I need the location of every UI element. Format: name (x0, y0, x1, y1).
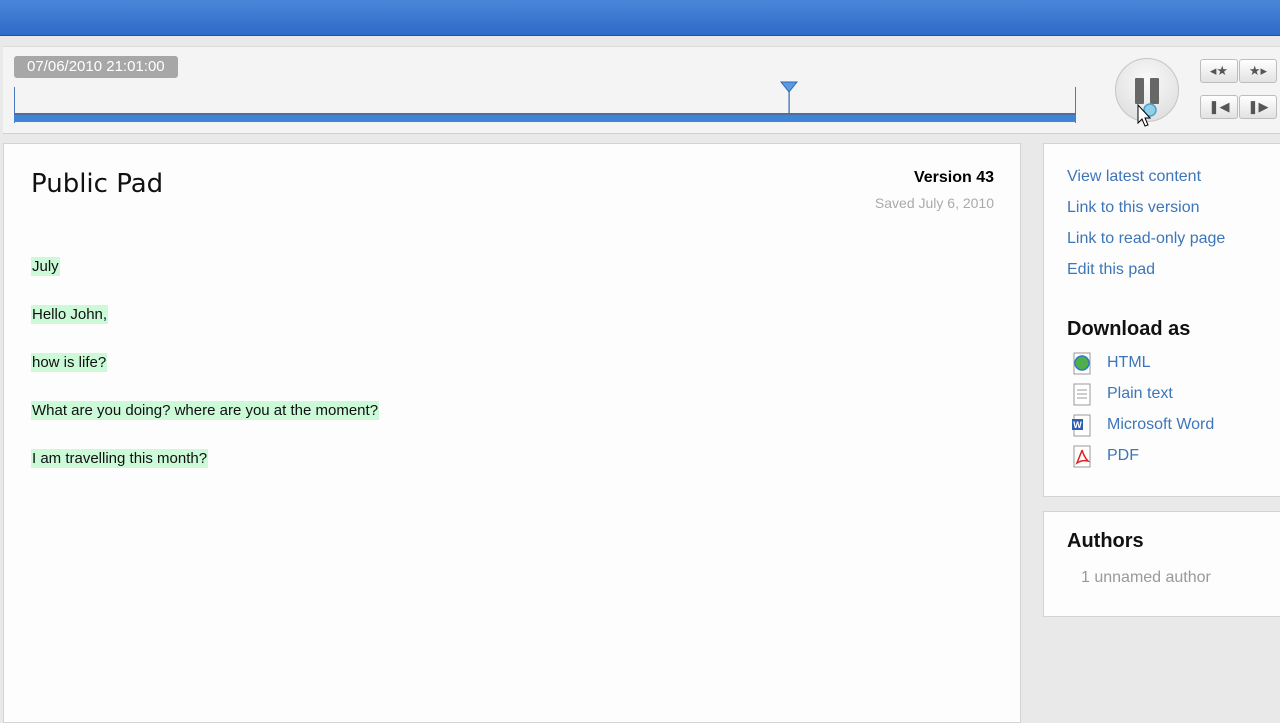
html-file-icon (1073, 352, 1091, 375)
pad-line-text: What are you doing? where are you at the… (31, 401, 380, 420)
authors-heading: Authors (1067, 530, 1144, 552)
download-pdf-label[interactable]: PDF (1107, 447, 1139, 465)
pad-line-text: July (31, 257, 60, 276)
download-html-label[interactable]: HTML (1107, 354, 1151, 372)
pause-icon (1135, 78, 1144, 104)
version-label: Version 43 (913, 169, 994, 186)
step-back-icon: ❚◀ (1208, 99, 1230, 114)
pad-title: Public Pad (31, 169, 164, 199)
view-latest-link[interactable]: View latest content (1067, 168, 1201, 186)
prev-saved-revision-button[interactable]: ◂★ (1200, 59, 1238, 83)
read-only-link[interactable]: Link to read-only page (1067, 230, 1225, 248)
timeslider: 07/06/2010 21:01:00 ◂★ ★▸ ❚◀ ❚▶ (3, 46, 1280, 134)
pause-icon-bar (1150, 78, 1159, 104)
mouse-cursor-icon (1137, 103, 1157, 127)
pad-line-text: I am travelling this month? (31, 449, 209, 468)
word-file-icon: W (1072, 414, 1091, 437)
slider-progress[interactable] (14, 115, 1076, 122)
link-to-version-link[interactable]: Link to this version (1067, 199, 1200, 217)
text-file-icon (1073, 383, 1091, 406)
next-saved-revision-button[interactable]: ★▸ (1239, 59, 1277, 83)
prev-saved-revision-icon: ◂★ (1209, 63, 1229, 78)
download-heading: Download as (1067, 318, 1191, 340)
pad-line-text: how is life? (31, 353, 108, 372)
pad-line: July (31, 257, 379, 306)
pad-line: Hello John, (31, 305, 379, 354)
step-back-button[interactable]: ❚◀ (1200, 95, 1238, 119)
pad-text: July Hello John, how is life? What are y… (31, 257, 380, 498)
pad-line-text: Hello John, (31, 305, 109, 324)
authors-list: 1 unnamed author (1081, 569, 1211, 586)
next-saved-revision-icon: ★▸ (1248, 63, 1268, 78)
top-bar (0, 0, 1280, 36)
download-word-label[interactable]: Microsoft Word (1107, 416, 1214, 434)
timestamp-label: 07/06/2010 21:01:00 (14, 56, 178, 78)
pad-content-panel: Public Pad Version 43 Saved July 6, 2010… (3, 143, 1021, 723)
step-forward-icon: ❚▶ (1247, 99, 1269, 114)
slider-handle[interactable] (780, 81, 799, 113)
step-forward-button[interactable]: ❚▶ (1239, 95, 1277, 119)
download-plain-text-label[interactable]: Plain text (1107, 385, 1173, 403)
pad-line: What are you doing? where are you at the… (31, 401, 380, 450)
pad-line: how is life? (31, 353, 379, 402)
pdf-file-icon (1073, 445, 1091, 468)
pad-line: I am travelling this month? (31, 449, 379, 498)
svg-text:W: W (1073, 420, 1082, 430)
authors-panel: Authors 1 unnamed author (1043, 511, 1280, 617)
saved-date: Saved July 6, 2010 (874, 195, 994, 211)
edit-pad-link[interactable]: Edit this pad (1067, 261, 1155, 279)
sidebar-actions: View latest content Link to this version… (1043, 143, 1280, 497)
